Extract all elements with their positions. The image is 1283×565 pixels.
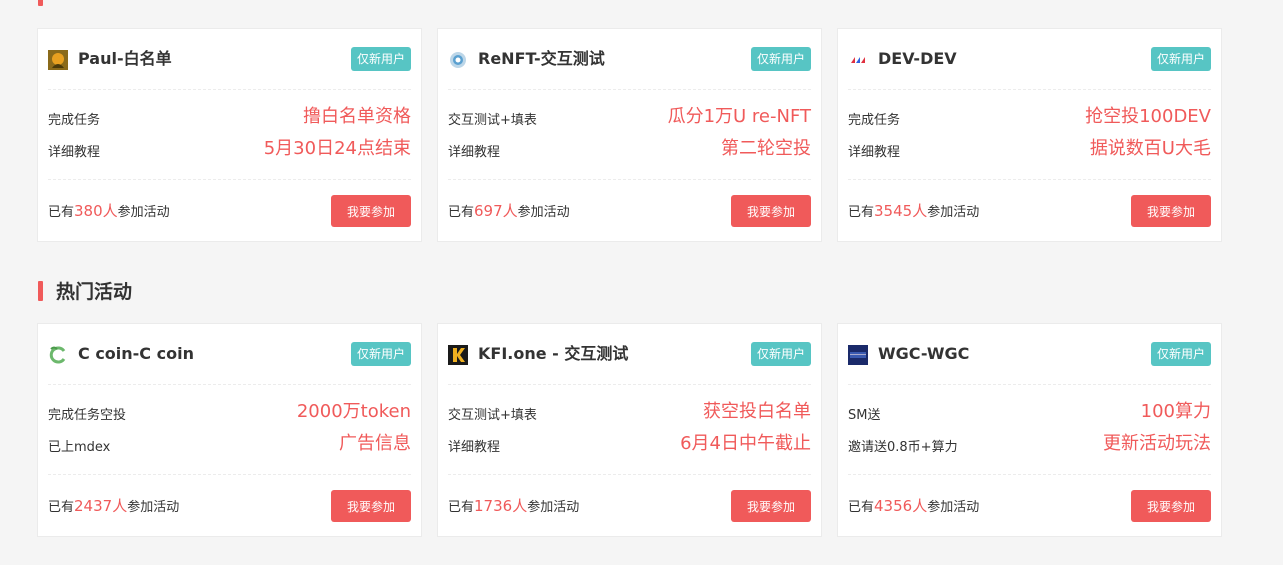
card-title[interactable]: C coin-C coin — [78, 343, 194, 365]
tutorial-row: 详细教程 第二轮空投 — [448, 136, 811, 162]
section-title-hot: 热门活动 — [38, 277, 132, 304]
activity-card: ReNFT-交互测试 仅新用户 交互测试+填表 瓜分1万U re-NFT 详细教… — [437, 28, 822, 242]
paul-logo-icon — [48, 50, 68, 70]
row-value: 更新活动玩法 — [1103, 433, 1211, 454]
section-title-text: 热门活动 — [56, 281, 133, 303]
new-user-badge: 仅新用户 — [750, 342, 811, 366]
row-value: 瓜分1万U re-NFT — [667, 106, 811, 127]
card-header: C coin-C coin 仅新用户 — [48, 324, 411, 385]
participant-count: 已有4356人参加活动 — [848, 497, 980, 515]
join-button[interactable]: 我要参加 — [331, 195, 411, 227]
row-value: 6月4日中午截止 — [680, 433, 811, 454]
row-label: 详细教程 — [48, 145, 101, 160]
participant-count: 已有1736人参加活动 — [448, 497, 580, 515]
row-label: 邀请送0.8币+算力 — [848, 440, 958, 455]
row-label: 详细教程 — [848, 145, 901, 160]
row-value: 广告信息 — [339, 433, 411, 454]
activity-card: Paul-白名单 仅新用户 完成任务 撸白名单资格 详细教程 5月30日24点结… — [37, 28, 422, 242]
row-value: 撸白名单资格 — [303, 106, 411, 127]
tutorial-row: 邀请送0.8币+算力 更新活动玩法 — [848, 431, 1211, 457]
new-user-badge: 仅新用户 — [1150, 47, 1211, 71]
join-button[interactable]: 我要参加 — [731, 195, 811, 227]
card-footer: 已有380人参加活动 我要参加 — [48, 179, 411, 242]
join-button[interactable]: 我要参加 — [731, 490, 811, 522]
kfi-logo-icon — [448, 345, 468, 365]
card-title[interactable]: Paul-白名单 — [78, 48, 172, 70]
join-button[interactable]: 我要参加 — [331, 490, 411, 522]
row-label: 交互测试+填表 — [448, 113, 537, 128]
row-value: 5月30日24点结束 — [263, 138, 411, 159]
ccoin-logo-icon — [48, 345, 68, 365]
card-header: KFI.one - 交互测试 仅新用户 — [448, 324, 811, 385]
row-label: 详细教程 — [448, 145, 501, 160]
card-title[interactable]: WGC-WGC — [878, 343, 969, 365]
card-footer: 已有697人参加活动 我要参加 — [448, 179, 811, 242]
card-footer: 已有2437人参加活动 我要参加 — [48, 474, 411, 537]
task-row: 交互测试+填表 获空投白名单 — [448, 399, 811, 425]
wgc-logo-icon — [848, 345, 868, 365]
activity-card: C coin-C coin 仅新用户 完成任务空投 2000万token 已上m… — [37, 323, 422, 537]
task-row: 完成任务 抢空投100DEV — [848, 104, 1211, 130]
row-value: 抢空投100DEV — [1085, 106, 1211, 127]
participant-count: 已有697人参加活动 — [448, 202, 570, 220]
dev-logo-icon — [848, 50, 868, 70]
card-title[interactable]: KFI.one - 交互测试 — [478, 343, 628, 365]
card-footer: 已有1736人参加活动 我要参加 — [448, 474, 811, 537]
card-title[interactable]: DEV-DEV — [878, 48, 957, 70]
join-button[interactable]: 我要参加 — [1131, 195, 1211, 227]
task-row: SM送 100算力 — [848, 399, 1211, 425]
card-title[interactable]: ReNFT-交互测试 — [478, 48, 605, 70]
section-title-bar — [38, 280, 43, 301]
tutorial-row: 详细教程 6月4日中午截止 — [448, 431, 811, 457]
task-row: 完成任务空投 2000万token — [48, 399, 411, 425]
card-header: Paul-白名单 仅新用户 — [48, 29, 411, 90]
new-user-badge: 仅新用户 — [750, 47, 811, 71]
tutorial-row: 已上mdex 广告信息 — [48, 431, 411, 457]
renft-logo-icon — [448, 50, 468, 70]
row-value: 第二轮空投 — [721, 138, 811, 159]
card-header: DEV-DEV 仅新用户 — [848, 29, 1211, 90]
activity-card: KFI.one - 交互测试 仅新用户 交互测试+填表 获空投白名单 详细教程 … — [437, 323, 822, 537]
row-label: 完成任务 — [48, 113, 101, 128]
tutorial-row: 详细教程 5月30日24点结束 — [48, 136, 411, 162]
row-label: 交互测试+填表 — [448, 408, 537, 423]
row-label: 完成任务 — [848, 113, 901, 128]
activity-card: WGC-WGC 仅新用户 SM送 100算力 邀请送0.8币+算力 更新活动玩法… — [837, 323, 1222, 537]
card-header: WGC-WGC 仅新用户 — [848, 324, 1211, 385]
row-label: 详细教程 — [448, 440, 501, 455]
new-user-badge: 仅新用户 — [350, 342, 411, 366]
section-title-latest — [38, 0, 56, 6]
task-row: 交互测试+填表 瓜分1万U re-NFT — [448, 104, 811, 130]
row-value: 100算力 — [1140, 401, 1211, 422]
new-user-badge: 仅新用户 — [1150, 342, 1211, 366]
tutorial-row: 详细教程 据说数百U大毛 — [848, 136, 1211, 162]
join-button[interactable]: 我要参加 — [1131, 490, 1211, 522]
new-user-badge: 仅新用户 — [350, 47, 411, 71]
row-label: 完成任务空投 — [48, 408, 127, 423]
row-value: 2000万token — [296, 401, 411, 422]
participant-count: 已有3545人参加活动 — [848, 202, 980, 220]
row-value: 获空投白名单 — [703, 401, 811, 422]
activity-card: DEV-DEV 仅新用户 完成任务 抢空投100DEV 详细教程 据说数百U大毛… — [837, 28, 1222, 242]
card-footer: 已有4356人参加活动 我要参加 — [848, 474, 1211, 537]
row-value: 据说数百U大毛 — [1089, 138, 1211, 159]
section-title-bar — [38, 0, 43, 6]
row-label: SM送 — [848, 408, 881, 423]
participant-count: 已有2437人参加活动 — [48, 497, 180, 515]
task-row: 完成任务 撸白名单资格 — [48, 104, 411, 130]
card-header: ReNFT-交互测试 仅新用户 — [448, 29, 811, 90]
card-footer: 已有3545人参加活动 我要参加 — [848, 179, 1211, 242]
row-label: 已上mdex — [48, 440, 111, 455]
participant-count: 已有380人参加活动 — [48, 202, 170, 220]
